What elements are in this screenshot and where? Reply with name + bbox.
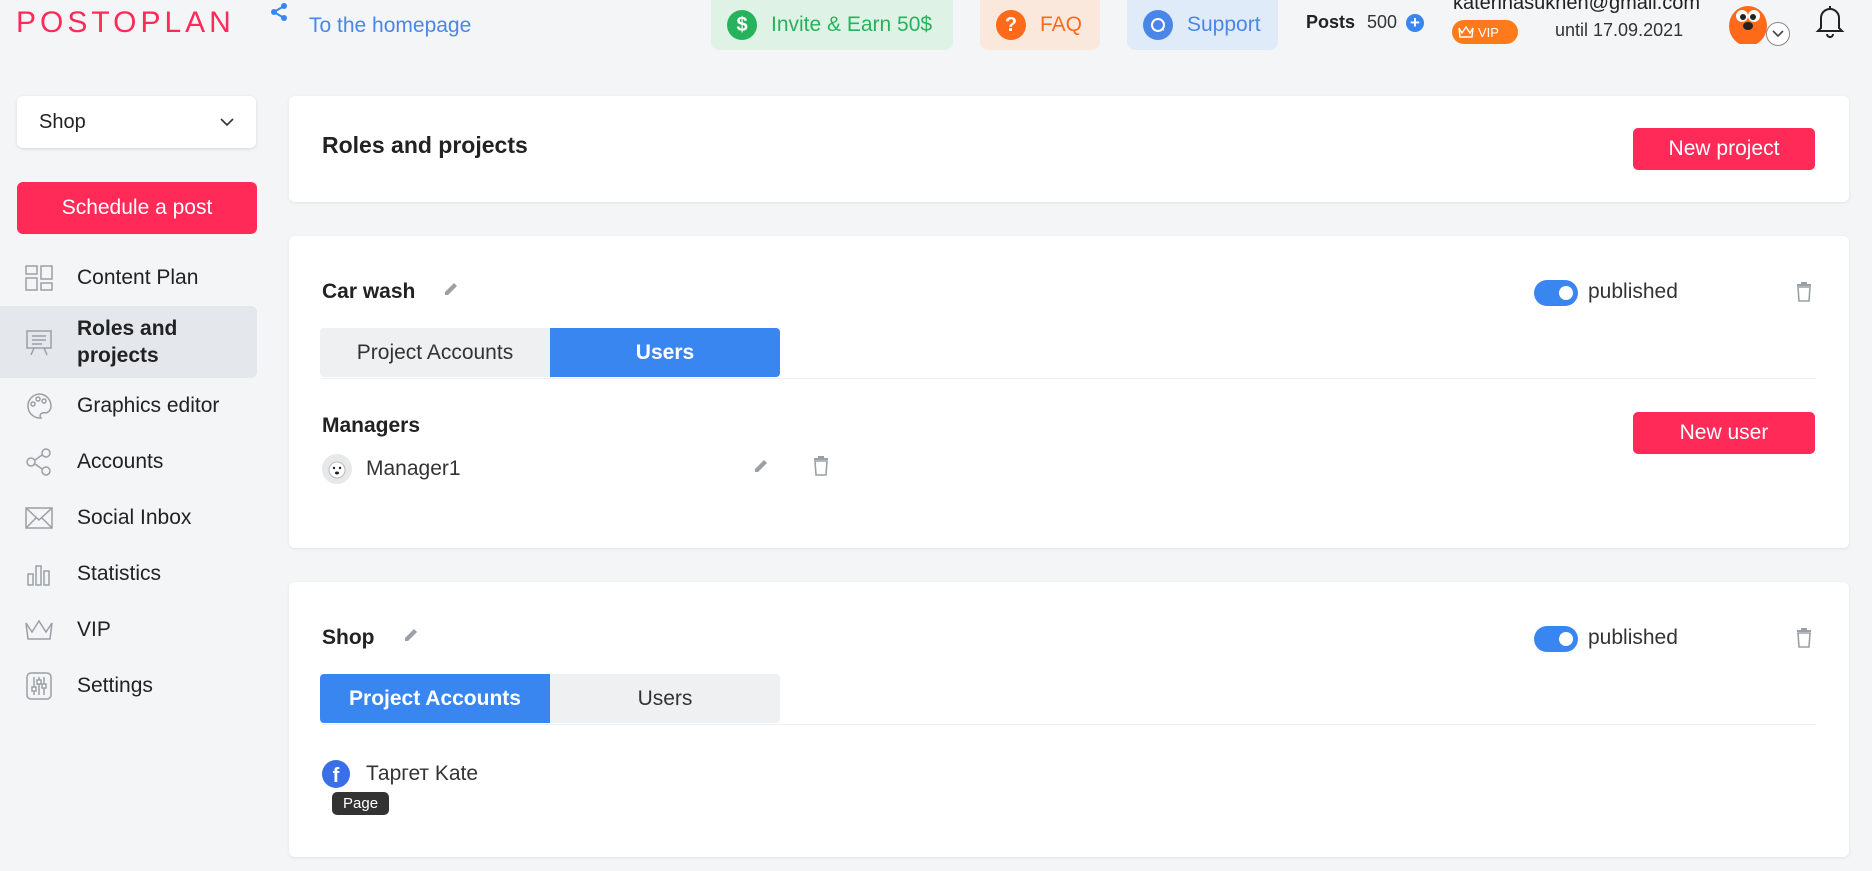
- project-select-value: Shop: [39, 110, 86, 133]
- question-icon: ?: [996, 10, 1026, 40]
- homepage-link[interactable]: To the homepage: [309, 14, 471, 38]
- project-tabs: Project Accounts Users: [320, 328, 780, 377]
- project-name: Shop: [322, 626, 375, 649]
- dollar-icon: $: [727, 10, 757, 40]
- posts-label: Posts: [1306, 12, 1356, 32]
- tab-users[interactable]: Users: [550, 674, 780, 723]
- page-title: Roles and projects: [322, 132, 528, 158]
- content-plan-icon: [24, 263, 54, 293]
- sidebar-item-label: VIP: [77, 618, 111, 641]
- published-toggle[interactable]: [1534, 280, 1578, 306]
- posts-count: 500: [1367, 12, 1398, 32]
- published-toggle[interactable]: [1534, 626, 1578, 652]
- envelope-icon: [24, 503, 54, 533]
- add-posts-icon[interactable]: +: [1406, 14, 1424, 32]
- sidebar-item-label: Settings: [77, 674, 153, 697]
- sidebar-item-social-inbox[interactable]: Social Inbox: [0, 490, 257, 546]
- divider: [322, 378, 1816, 379]
- sidebar-item-statistics[interactable]: Statistics: [0, 546, 257, 602]
- schedule-post-button[interactable]: Schedule a post: [17, 182, 257, 234]
- sliders-icon: [24, 671, 54, 701]
- project-tabs: Project Accounts Users: [320, 674, 780, 723]
- project-name: Car wash: [322, 280, 416, 303]
- facebook-icon: f: [322, 760, 350, 788]
- share-icon: [24, 447, 54, 477]
- sidebar-nav: Content Plan Roles and projects Graphics…: [0, 250, 257, 714]
- sidebar-item-label: Roles and projects: [77, 316, 178, 367]
- pencil-icon[interactable]: [442, 280, 460, 298]
- user-avatar[interactable]: [1727, 0, 1769, 44]
- managers-heading: Managers: [322, 414, 421, 437]
- bell-icon[interactable]: [1815, 4, 1845, 38]
- account-type-tooltip: Page: [332, 792, 390, 815]
- tab-users[interactable]: Users: [550, 328, 780, 377]
- trash-icon[interactable]: [813, 456, 829, 476]
- bar-chart-icon: [24, 559, 54, 589]
- vip-badge[interactable]: VIP: [1452, 20, 1518, 44]
- sidebar-item-content-plan[interactable]: Content Plan: [0, 250, 257, 306]
- roles-icon: [24, 327, 54, 357]
- pencil-icon[interactable]: [402, 626, 420, 644]
- sidebar-item-label: Statistics: [77, 562, 162, 585]
- list-item: Manager1: [322, 454, 461, 484]
- roles-projects-header-card: Roles and projects New project: [289, 96, 1849, 202]
- invite-label: Invite & Earn 50$: [771, 13, 933, 36]
- user-name: Manager1: [366, 457, 461, 480]
- faq-label: FAQ: [1040, 13, 1083, 36]
- invite-earn-button[interactable]: $ Invite & Earn 50$: [711, 0, 953, 50]
- project-select[interactable]: Shop: [17, 96, 256, 148]
- project-card-shop: Shop published Project Accounts Users f …: [289, 582, 1849, 857]
- tab-project-accounts[interactable]: Project Accounts: [320, 328, 550, 377]
- faq-button[interactable]: ? FAQ: [980, 0, 1100, 50]
- list-item: f Таргет Kate: [322, 760, 478, 788]
- chevron-down-icon: [220, 117, 234, 126]
- crown-icon: [1458, 25, 1474, 38]
- account-name: Таргет Kate: [366, 762, 479, 785]
- support-label: Support: [1187, 13, 1261, 36]
- divider: [322, 724, 1816, 725]
- sidebar-item-roles-and-projects[interactable]: Roles and projects: [0, 306, 257, 378]
- sidebar-item-accounts[interactable]: Accounts: [0, 434, 257, 490]
- trash-icon[interactable]: [1796, 628, 1812, 648]
- avatar: [322, 454, 352, 484]
- sidebar-item-label: Graphics editor: [77, 394, 220, 417]
- sidebar-item-vip[interactable]: VIP: [0, 602, 257, 658]
- logo[interactable]: POSTOPLAN: [16, 6, 235, 40]
- sidebar-item-settings[interactable]: Settings: [0, 658, 257, 714]
- vip-until: until 17.09.2021: [1555, 20, 1684, 40]
- new-user-button[interactable]: New user: [1633, 412, 1815, 454]
- vip-label: VIP: [1478, 24, 1499, 40]
- user-email[interactable]: katerinasukhen@gmail.com: [1453, 0, 1700, 15]
- trash-icon[interactable]: [1796, 282, 1812, 302]
- top-header: POSTOPLAN To the homepage $ Invite & Ear…: [0, 0, 1872, 56]
- palette-icon: [24, 391, 54, 421]
- sidebar-item-label: Social Inbox: [77, 506, 192, 529]
- new-project-button[interactable]: New project: [1633, 128, 1815, 170]
- share-logo-icon: [271, 3, 287, 21]
- pencil-icon[interactable]: [752, 457, 770, 475]
- sidebar-item-graphics-editor[interactable]: Graphics editor: [0, 378, 257, 434]
- sidebar-item-label: Content Plan: [77, 266, 199, 289]
- chevron-down-icon[interactable]: [1766, 22, 1790, 46]
- sidebar-item-label: Accounts: [77, 450, 164, 473]
- project-card-car-wash: Car wash published Project Accounts User…: [289, 236, 1849, 548]
- crown-icon: [24, 615, 54, 645]
- support-button[interactable]: Support: [1127, 0, 1278, 50]
- published-label: published: [1588, 626, 1678, 649]
- tab-project-accounts[interactable]: Project Accounts: [320, 674, 550, 723]
- published-label: published: [1588, 280, 1678, 303]
- chat-icon: [1143, 10, 1173, 40]
